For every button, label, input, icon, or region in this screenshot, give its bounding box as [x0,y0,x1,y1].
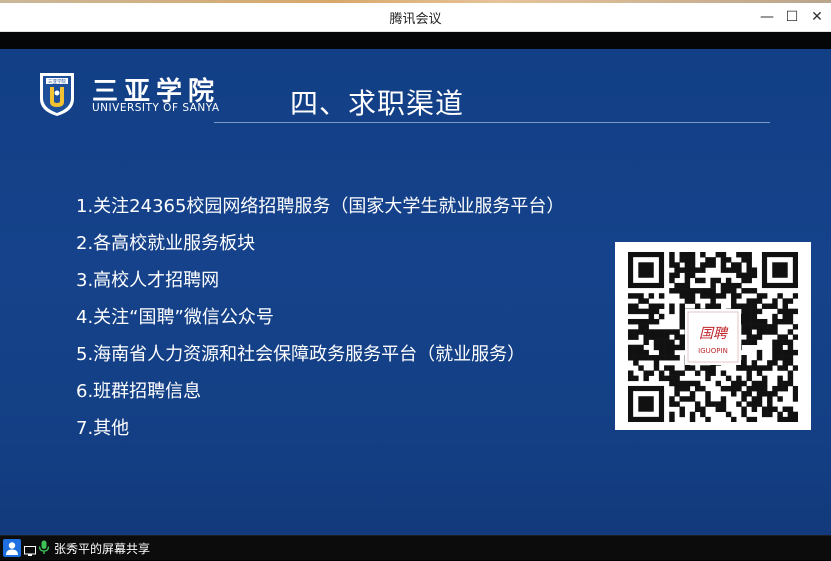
microphone-icon[interactable] [38,540,50,559]
university-name-en: UNIVERSITY OF SANYA [92,102,220,114]
close-button[interactable]: ✕ [806,7,828,27]
screen-share-top-band [0,32,831,49]
maximize-button[interactable]: ☐ [781,7,803,27]
slide-title: 四、求职渠道 [290,87,465,120]
screen-share-icon[interactable] [24,542,36,561]
list-item: 4.关注“国聘”微信公众号 [76,307,274,328]
screen-share-label: 张秀平的屏幕共享 [54,542,151,556]
qr-code-icon: 国聘 IGUOPIN [628,252,798,422]
qr-code-card: 国聘 IGUOPIN [615,242,811,430]
list-item: 6.班群招聘信息 [76,381,202,402]
list-item: 5.海南省人力资源和社会保障政务服务平台（就业服务） [76,344,526,365]
user-icon[interactable] [3,539,21,557]
qr-logo-text: 国聘 [699,326,729,342]
title-divider [214,122,770,123]
minimize-button[interactable]: — [756,7,778,27]
qr-logo-subtext: IGUOPIN [698,347,728,355]
window-title: 腾讯会议 [389,12,442,27]
list-item: 7.其他 [76,418,130,439]
shared-slide: 三亚学院 三亚学院 UNIVERSITY OF SANYA 四、求职渠道 1.关… [0,49,831,535]
window-titlebar[interactable]: 腾讯会议 — ☐ ✕ [0,3,831,32]
list-item: 3.高校人才招聘网 [76,270,220,291]
list-item: 1.关注24365校园网络招聘服务（国家大学生就业服务平台） [76,196,565,217]
logo-text: 三亚学院 [48,78,66,85]
list-item: 2.各高校就业服务板块 [76,233,256,254]
channel-list: 1.关注24365校园网络招聘服务（国家大学生就业服务平台） 2.各高校就业服务… [76,188,564,447]
screen-share-status-bar: 张秀平的屏幕共享 [0,535,831,560]
university-logo: 三亚学院 [37,69,77,117]
